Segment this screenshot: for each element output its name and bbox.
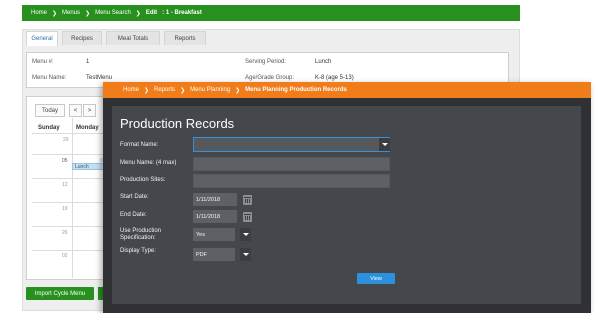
production-sites-input[interactable] — [193, 174, 390, 188]
tab-recipes[interactable]: Recipes — [62, 31, 102, 45]
end-date-input[interactable]: 1/11/2018 — [193, 210, 237, 223]
breadcrumb-menu-planning[interactable]: Menu Planning — [190, 87, 230, 93]
reports-breadcrumb-bar: Home ❯ Reports ❯ Menu Planning ❯ Menu Pl… — [103, 82, 591, 98]
chevron-right-icon: ❯ — [52, 10, 58, 17]
start-date-input[interactable]: 1/11/2018 — [193, 193, 237, 206]
calendar-day-number[interactable]: 05 — [62, 158, 68, 164]
chevron-right-icon: ❯ — [85, 10, 91, 17]
serving-period-label: Serving Period: — [245, 59, 287, 65]
display-type-select[interactable]: PDF — [193, 248, 235, 261]
calendar-day-number[interactable]: 02 — [62, 253, 68, 259]
chevron-down-icon[interactable] — [240, 228, 251, 241]
page-title: Production Records — [120, 116, 235, 131]
calendar-day-number[interactable]: 12 — [62, 182, 68, 188]
menu-name-label: Menu Name: (4 max) — [120, 160, 177, 166]
use-production-specification-select[interactable]: Yes — [193, 228, 235, 241]
tab-reports[interactable]: Reports — [164, 31, 206, 45]
breadcrumb-reports[interactable]: Reports — [154, 87, 175, 93]
chevron-right-icon: ❯ — [180, 87, 186, 94]
format-name-select[interactable] — [193, 137, 390, 152]
calendar-day-number[interactable]: 26 — [62, 230, 68, 236]
chevron-right-icon: ❯ — [235, 87, 241, 94]
calendar-day-number[interactable]: 19 — [62, 206, 68, 212]
menu-number-value: 1 — [86, 59, 90, 65]
tab-general[interactable]: General — [26, 31, 58, 46]
production-sites-label: Production Sites: — [120, 177, 166, 183]
chevron-down-icon[interactable] — [379, 138, 390, 151]
menu-breadcrumb-bar: Home ❯ Menus ❯ Menu Search ❯ Edit : 1 - … — [22, 5, 520, 21]
display-type-label: Display Type: — [120, 248, 156, 254]
calendar-next-button[interactable]: > — [83, 104, 96, 117]
calendar-event-lunch[interactable]: Lunch — [72, 163, 106, 170]
calendar-icon[interactable] — [243, 195, 252, 205]
breadcrumb-edit: Edit — [145, 10, 158, 16]
calendar-col-sunday: Sunday — [38, 125, 60, 131]
menu-name-input[interactable] — [193, 157, 390, 171]
calendar-col-monday: Monday — [76, 125, 99, 131]
view-button[interactable]: View — [357, 273, 395, 284]
tab-meal-totals[interactable]: Meal Totals — [106, 31, 160, 45]
age-grade-value: K-8 (age 5-13) — [315, 75, 354, 81]
breadcrumb-menu-title: : 1 - Breakfast — [162, 10, 202, 16]
menu-name-value: TestMenu — [86, 75, 113, 81]
format-name-label: Format Name: — [120, 142, 159, 148]
chevron-right-icon: ❯ — [135, 10, 141, 17]
calendar-today-button[interactable]: Today — [35, 104, 65, 117]
age-grade-label: Age/Grade Group: — [245, 75, 295, 81]
import-cycle-menu-button[interactable]: Import Cycle Menu — [26, 287, 94, 300]
serving-period-value: Lunch — [315, 59, 332, 65]
calendar-prev-button[interactable]: < — [69, 104, 82, 117]
chevron-down-icon[interactable] — [240, 248, 251, 261]
calendar-day-number[interactable]: 29 — [63, 137, 69, 143]
start-date-label: Start Date: — [120, 194, 149, 200]
breadcrumb-home[interactable]: Home — [31, 10, 47, 16]
calendar-col-divider — [72, 118, 73, 278]
breadcrumb-current: Menu Planning Production Records — [245, 87, 347, 93]
breadcrumb-menu-search[interactable]: Menu Search — [95, 10, 131, 16]
menu-number-label: Menu #: — [32, 59, 54, 65]
calendar-icon[interactable] — [243, 212, 252, 222]
breadcrumb-menus[interactable]: Menus — [62, 10, 80, 16]
production-records-form-panel — [112, 106, 581, 304]
end-date-label: End Date: — [120, 212, 147, 218]
menu-name-label: Menu Name: — [32, 75, 67, 81]
use-production-specification-label: Use Production Specification: — [120, 228, 162, 241]
chevron-right-icon: ❯ — [144, 87, 150, 94]
breadcrumb-home[interactable]: Home — [123, 87, 139, 93]
